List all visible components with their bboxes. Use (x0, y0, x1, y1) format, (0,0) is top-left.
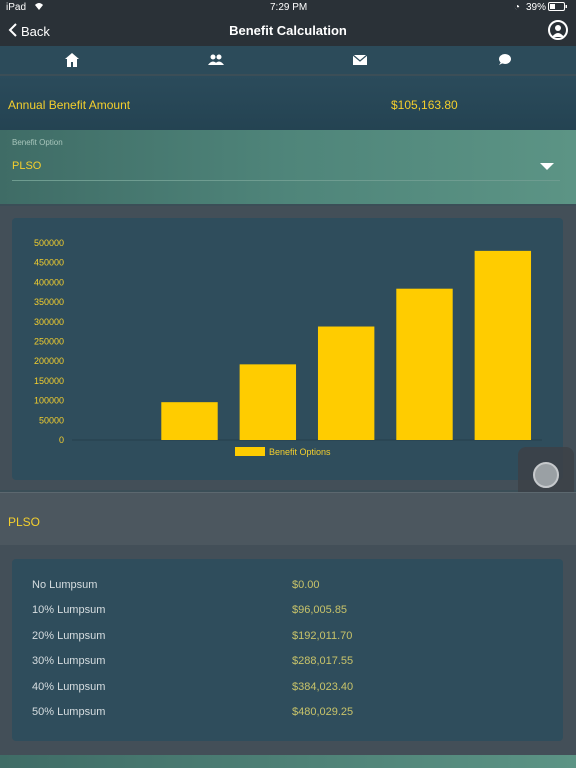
plso-section-header: PLSO (0, 492, 576, 545)
device-name: iPad (6, 2, 27, 13)
y-tick-label: 350000 (34, 297, 64, 307)
row-label: 10% Lumpsum (32, 604, 106, 616)
row-label: 50% Lumpsum (32, 706, 106, 718)
row-value: $96,005.85 (292, 604, 348, 616)
benefit-option-hint: Benefit Option (12, 138, 63, 147)
home-icon (65, 53, 79, 67)
tab-people[interactable] (144, 46, 288, 74)
table-row: 20% Lumpsum $192,011.70 (12, 630, 563, 650)
chart-card: 0 50000 100000 150000 200000 250000 300000 3500… (12, 218, 563, 480)
chat-icon (499, 54, 511, 65)
status-time: 7:29 PM (270, 2, 308, 13)
bar (474, 250, 532, 440)
dropdown-caret-icon[interactable] (540, 163, 554, 170)
row-value: $0.00 (292, 579, 320, 591)
benefit-option-underline (12, 180, 560, 181)
mail-icon (352, 54, 368, 65)
row-label: 20% Lumpsum (32, 630, 106, 642)
benefit-option-value: PLSO (12, 160, 42, 172)
bar (161, 402, 218, 440)
bar (396, 288, 453, 440)
legend-label: Benefit Options (269, 447, 331, 457)
row-label: 30% Lumpsum (32, 655, 106, 667)
profile-button[interactable] (548, 20, 568, 40)
battery-percent: 39% (526, 2, 547, 13)
y-tick-label: 150000 (34, 376, 64, 386)
y-tick-label: 300000 (34, 317, 64, 327)
section-title: PLSO (8, 515, 41, 529)
legend-swatch (235, 447, 265, 456)
annual-benefit-row: Annual Benefit Amount $105,163.80 (0, 76, 576, 130)
row-value: $288,017.55 (292, 655, 354, 667)
wifi-icon (34, 2, 44, 13)
bar (239, 364, 297, 440)
row-label: 40% Lumpsum (32, 681, 106, 693)
annual-benefit-label: Annual Benefit Amount (8, 98, 131, 112)
bar-chart: 0 50000 100000 150000 200000 250000 300000 3500… (34, 238, 542, 457)
bottom-band (0, 755, 576, 768)
y-tick-label: 250000 (34, 337, 64, 347)
tab-mail[interactable] (288, 46, 432, 74)
row-value: $192,011.70 (292, 630, 353, 642)
nav-bar: Back Benefit Calculation (0, 16, 576, 46)
assistive-touch-dot (533, 462, 559, 488)
results-area: No Lumpsum $0.00 10% Lumpsum $96,005.85 … (0, 545, 576, 768)
y-tick-label: 450000 (34, 258, 64, 268)
y-tick-label: 50000 (39, 415, 64, 425)
y-tick-label: 500000 (34, 238, 64, 248)
annual-benefit-value: $105,163.80 (391, 98, 458, 112)
y-tick-label: 400000 (34, 277, 64, 287)
rotation-lock-icon: ◔ (514, 2, 521, 13)
tab-bar (0, 46, 576, 74)
battery-icon (548, 2, 568, 14)
row-value: $384,023.40 (292, 681, 354, 693)
status-bar: iPad 7:29 PM ◔ 39% (0, 0, 576, 16)
chart-area: 0 50000 100000 150000 200000 250000 300000 3500… (0, 206, 576, 490)
page-title: Benefit Calculation (229, 23, 347, 38)
results-table: No Lumpsum $0.00 10% Lumpsum $96,005.85 … (12, 559, 563, 741)
row-label: No Lumpsum (32, 579, 98, 591)
bar (317, 326, 375, 440)
table-row: No Lumpsum $0.00 (12, 579, 563, 599)
y-tick-label: 100000 (34, 396, 64, 406)
user-icon (552, 25, 564, 37)
y-tick-label: 0 (59, 435, 64, 445)
table-row: 50% Lumpsum $480,029.25 (12, 706, 563, 726)
tab-home[interactable] (0, 46, 144, 74)
table-row: 10% Lumpsum $96,005.85 (12, 604, 563, 624)
table-row: 40% Lumpsum $384,023.40 (12, 681, 563, 701)
row-value: $480,029.25 (292, 706, 354, 718)
tab-chat[interactable] (432, 46, 576, 74)
table-row: 30% Lumpsum $288,017.55 (12, 655, 563, 675)
people-icon (208, 54, 224, 65)
y-tick-label: 200000 (34, 356, 64, 366)
benefit-option-picker[interactable]: Benefit Option PLSO (0, 130, 576, 204)
